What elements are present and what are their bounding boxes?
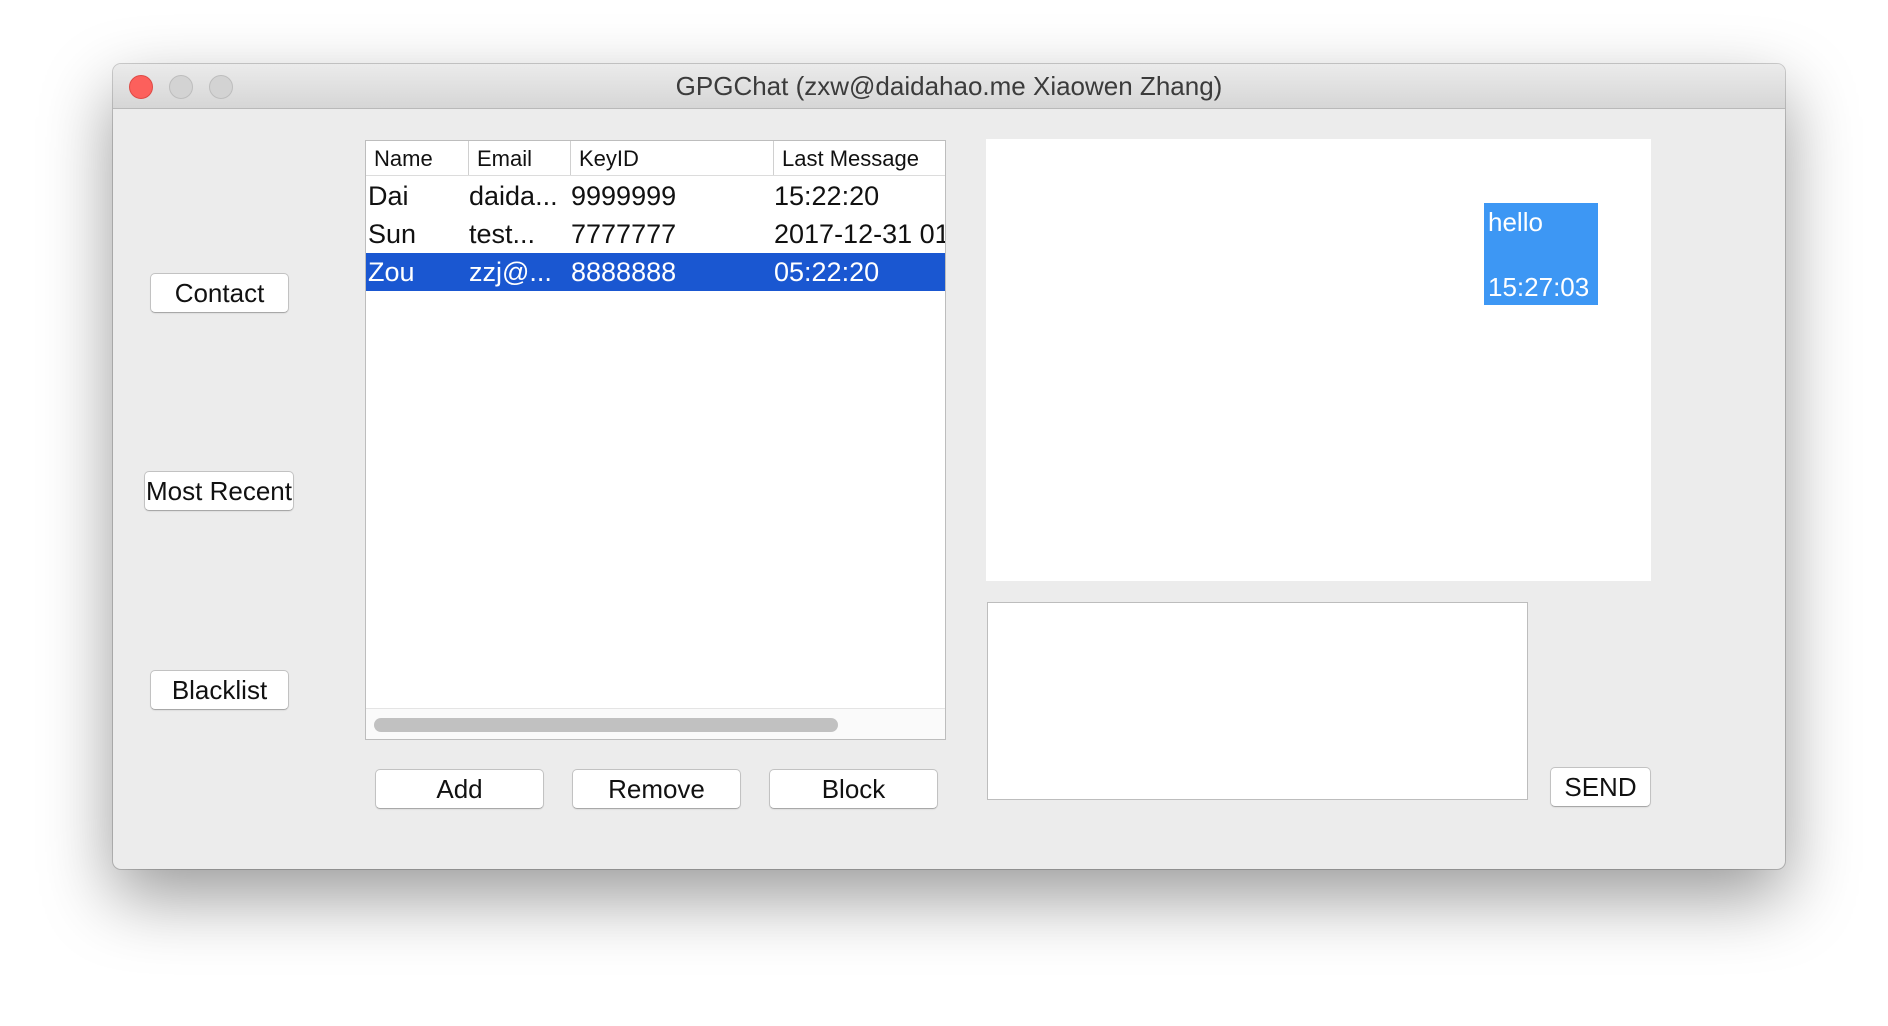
add-button[interactable]: Add xyxy=(375,769,544,809)
scrollbar-thumb[interactable] xyxy=(374,718,838,732)
message-input[interactable] xyxy=(987,602,1528,800)
cell-last-message: 15:22:20 xyxy=(774,181,880,211)
cell-email: daida... xyxy=(469,181,558,211)
column-header-email[interactable]: Email xyxy=(468,141,570,175)
message-bubble: hello 15:27:03 xyxy=(1484,203,1598,305)
blacklist-button[interactable]: Blacklist xyxy=(150,670,289,710)
cell-email: zzj@... xyxy=(469,257,552,287)
cell-name: Zou xyxy=(368,257,415,287)
horizontal-scrollbar[interactable] xyxy=(366,708,945,739)
table-row[interactable]: Sun test... 7777777 2017-12-31 01 xyxy=(366,215,945,253)
app-window: GPGChat (zxw@daidahao.me Xiaowen Zhang) … xyxy=(113,64,1785,869)
chat-history[interactable]: hello 15:27:03 xyxy=(986,139,1651,581)
cell-keyid: 7777777 xyxy=(571,219,677,249)
cell-last-message: 05:22:20 xyxy=(774,257,880,287)
column-header-last-message[interactable]: Last Message xyxy=(773,141,945,175)
window-title: GPGChat (zxw@daidahao.me Xiaowen Zhang) xyxy=(675,71,1223,101)
remove-button[interactable]: Remove xyxy=(572,769,741,809)
cell-name: Dai xyxy=(368,181,409,211)
send-button[interactable]: SEND xyxy=(1550,767,1651,807)
most-recent-button[interactable]: Most Recent xyxy=(144,471,294,511)
cell-last-message: 2017-12-31 01 xyxy=(774,219,946,249)
cell-email: test... xyxy=(469,219,536,249)
title-bar[interactable]: GPGChat (zxw@daidahao.me Xiaowen Zhang) xyxy=(113,64,1785,109)
column-header-keyid[interactable]: KeyID xyxy=(570,141,773,175)
block-button[interactable]: Block xyxy=(769,769,938,809)
table-row[interactable]: Dai daida... 9999999 15:22:20 xyxy=(366,177,945,215)
table-header: Name Email KeyID Last Message xyxy=(366,141,945,176)
contacts-table: Name Email KeyID Last Message Dai daida.… xyxy=(365,140,946,740)
contact-button[interactable]: Contact xyxy=(150,273,289,313)
table-row-selected[interactable]: Zou zzj@... 8888888 05:22:20 xyxy=(366,253,945,291)
cell-name: Sun xyxy=(368,219,417,249)
cell-keyid: 9999999 xyxy=(571,181,677,211)
message-time: 15:27:03 xyxy=(1488,272,1590,302)
cell-keyid: 8888888 xyxy=(571,257,677,287)
column-header-name[interactable]: Name xyxy=(366,141,468,175)
message-text: hello xyxy=(1488,207,1543,237)
